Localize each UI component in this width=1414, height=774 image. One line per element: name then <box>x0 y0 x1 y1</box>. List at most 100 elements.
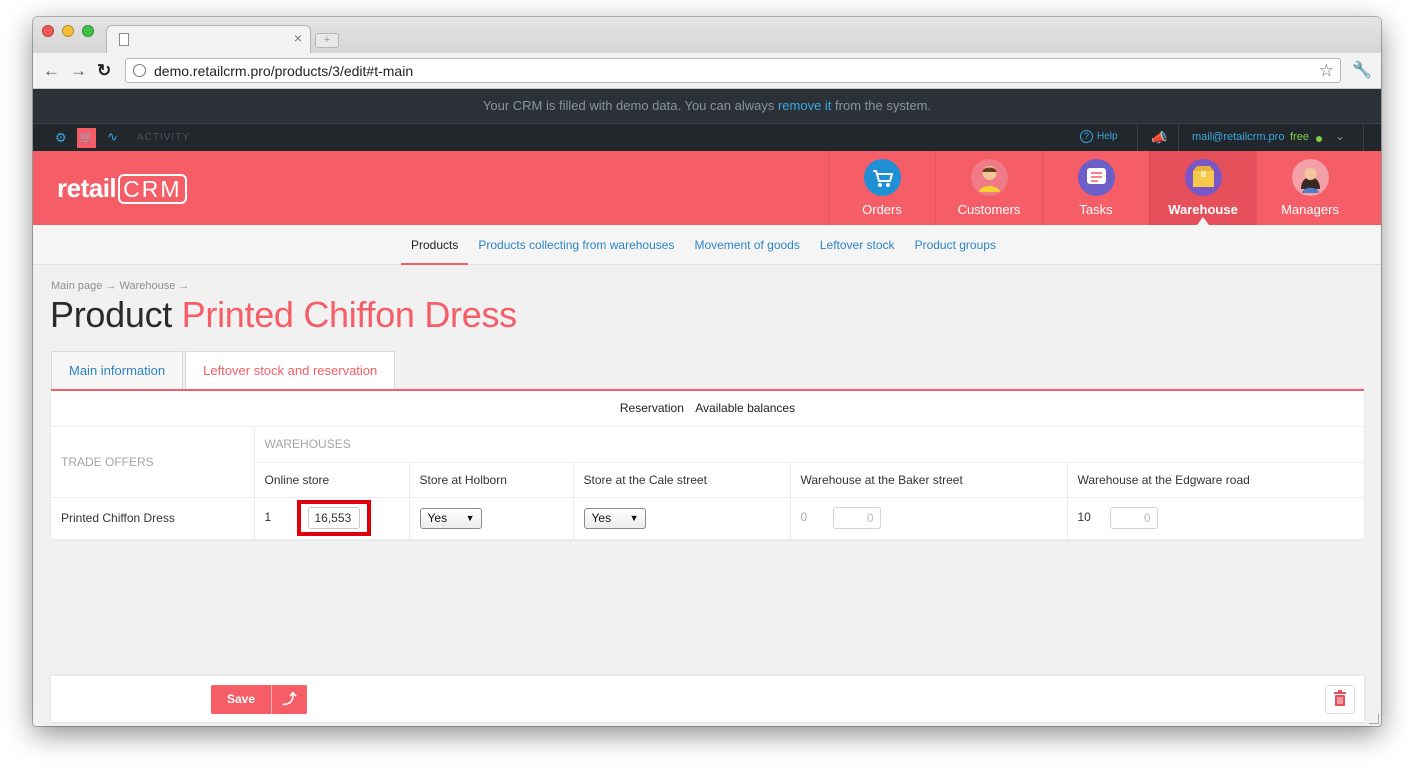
user-email[interactable]: mail@retailcrm.pro <box>1192 131 1284 143</box>
save-label: Save <box>226 692 256 706</box>
module-nav: Orders Customers Tasks Warehouse Manager… <box>828 151 1363 225</box>
module-label: Managers <box>1281 202 1339 217</box>
top-strip: ⚙ 🛒 ∿ ACTIVITY ? Help 📣 mail@retailcrm.pr… <box>33 123 1381 152</box>
module-managers[interactable]: Managers <box>1256 151 1363 225</box>
bookmark-star-icon[interactable]: ☆ <box>1319 61 1334 81</box>
module-label: Orders <box>862 202 902 217</box>
delete-button[interactable] <box>1325 685 1355 714</box>
warehouses-header: WAREHOUSES <box>254 427 1364 463</box>
divider <box>1363 124 1364 152</box>
cart-icon <box>864 159 901 196</box>
back-arrow-icon[interactable]: ← <box>43 61 60 81</box>
stock-view-toggle: Reservation Available balances <box>51 391 1364 427</box>
tab-leftover-stock[interactable]: Leftover stock and reservation <box>185 351 396 390</box>
cart-icon[interactable]: 🛒 <box>77 128 96 148</box>
product-name: Printed Chiffon Dress <box>181 294 518 335</box>
retailcrm-logo[interactable]: retail CRM <box>57 173 187 204</box>
active-indicator <box>1197 217 1209 225</box>
holborn-cell: Yes ▼ <box>409 497 574 540</box>
trade-offer-name[interactable]: Printed Chiffon Dress <box>51 497 255 540</box>
online-store-cell: 1 16,553 <box>254 497 410 540</box>
divider <box>1137 124 1138 152</box>
trash-icon <box>1334 690 1346 706</box>
column-header: Store at Holborn <box>409 462 574 498</box>
divider <box>1178 124 1179 152</box>
page-title: Product Printed Chiffon Dress <box>50 294 517 336</box>
resize-handle[interactable] <box>1369 714 1379 724</box>
app-header: retail CRM Orders Customers Tasks Wareho… <box>33 151 1381 225</box>
holborn-select[interactable]: Yes ▼ <box>419 507 482 529</box>
demo-banner: Your CRM is filled with demo data. You c… <box>33 89 1381 123</box>
available-balances-toggle[interactable]: Available balances <box>695 401 795 415</box>
stock-table: TRADE OFFERS WAREHOUSES Online store Sto… <box>51 427 1364 540</box>
new-tab-button[interactable]: + <box>315 33 339 48</box>
action-bar: Save ⤴ <box>51 676 1364 722</box>
edgware-road-qty: 10 <box>1077 510 1091 525</box>
close-window-button[interactable] <box>42 25 54 37</box>
module-warehouse[interactable]: Warehouse <box>1149 151 1256 225</box>
module-label: Customers <box>957 202 1021 217</box>
cale-street-select[interactable]: Yes ▼ <box>583 507 646 529</box>
reservation-toggle[interactable]: Reservation <box>620 401 684 415</box>
help-icon: ? <box>1080 130 1093 143</box>
baker-street-qty: 0 <box>800 510 808 525</box>
module-orders[interactable]: Orders <box>828 151 935 225</box>
help-label: Help <box>1097 131 1118 142</box>
module-customers[interactable]: Customers <box>935 151 1042 225</box>
cale-street-cell: Yes ▼ <box>573 497 791 540</box>
online-status-icon <box>1316 136 1322 142</box>
chevron-down-icon[interactable]: ⌄ <box>1335 129 1345 143</box>
save-button[interactable]: Save ⤴ <box>211 685 307 714</box>
sub-navigation: Products Products collecting from wareho… <box>33 225 1381 265</box>
gear-icon[interactable]: ⚙ <box>55 130 67 146</box>
subnav-product-groups[interactable]: Product groups <box>905 225 1006 265</box>
box-icon <box>1185 159 1222 196</box>
holborn-select-value: Yes <box>427 510 448 525</box>
wrench-icon[interactable]: 🔧 <box>1352 60 1372 80</box>
module-tasks[interactable]: Tasks <box>1042 151 1149 225</box>
page-icon <box>119 33 129 46</box>
edgware-road-input[interactable]: 0 <box>1109 507 1158 529</box>
activity-link[interactable]: ACTIVITY <box>137 132 190 143</box>
tab-main-information[interactable]: Main information <box>51 351 184 390</box>
tasks-icon <box>1078 159 1115 196</box>
banner-text-before: Your CRM is filled with demo data. You c… <box>482 98 775 113</box>
manager-icon <box>1292 159 1329 196</box>
baker-street-input[interactable]: 0 <box>832 507 881 529</box>
chart-icon[interactable]: ∿ <box>107 129 118 145</box>
column-header: Store at the Cale street <box>573 462 791 498</box>
baker-street-cell: 00 <box>790 497 1068 540</box>
table-row: Printed Chiffon Dress 1 16,553 Yes ▼ Yes ▼ … <box>51 497 1364 540</box>
select-arrow-icon: ▼ <box>465 512 475 523</box>
maximize-window-button[interactable] <box>82 25 94 37</box>
subnav-products[interactable]: Products <box>401 225 469 265</box>
save-and-exit-icon[interactable]: ⤴ <box>271 685 307 714</box>
column-header: Warehouse at the Baker street <box>790 462 1068 498</box>
online-store-qty: 1 <box>264 510 272 525</box>
subnav-products-collecting[interactable]: Products collecting from warehouses <box>468 225 684 265</box>
breadcrumb[interactable]: Main page → Warehouse → <box>51 280 189 292</box>
minimize-window-button[interactable] <box>62 25 74 37</box>
remove-demo-link[interactable]: remove it <box>778 98 831 113</box>
reload-icon[interactable]: ↻ <box>97 61 111 81</box>
tab-close-icon[interactable]: × <box>294 30 302 46</box>
module-label: Tasks <box>1079 202 1113 217</box>
help-link[interactable]: ? Help <box>1080 130 1118 143</box>
url-text: demo.retailcrm.pro/products/3/edit#t-mai… <box>154 63 414 79</box>
trade-offers-header: TRADE OFFERS <box>51 427 255 498</box>
browser-tab-bar: × + <box>33 17 1381 53</box>
stock-panel: Reservation Available balances TRADE OFF… <box>51 389 1364 540</box>
megaphone-icon[interactable]: 📣 <box>1151 130 1167 146</box>
online-store-input[interactable]: 16,553 <box>307 507 360 529</box>
logo-crm: CRM <box>118 174 187 204</box>
subnav-movement-of-goods[interactable]: Movement of goods <box>684 225 809 265</box>
product-tabs: Main information Leftover stock and rese… <box>51 351 397 390</box>
browser-tab[interactable]: × <box>106 25 311 53</box>
main-content: Main page → Warehouse → Product Printed … <box>33 266 1381 726</box>
edgware-road-cell: 10 0 <box>1067 497 1364 540</box>
subnav-leftover-stock[interactable]: Leftover stock <box>810 225 905 265</box>
globe-icon <box>133 64 146 77</box>
url-input[interactable]: demo.retailcrm.pro/products/3/edit#t-mai… <box>125 58 1341 83</box>
logo-text: retail <box>57 173 117 203</box>
forward-arrow-icon[interactable]: → <box>70 61 87 81</box>
